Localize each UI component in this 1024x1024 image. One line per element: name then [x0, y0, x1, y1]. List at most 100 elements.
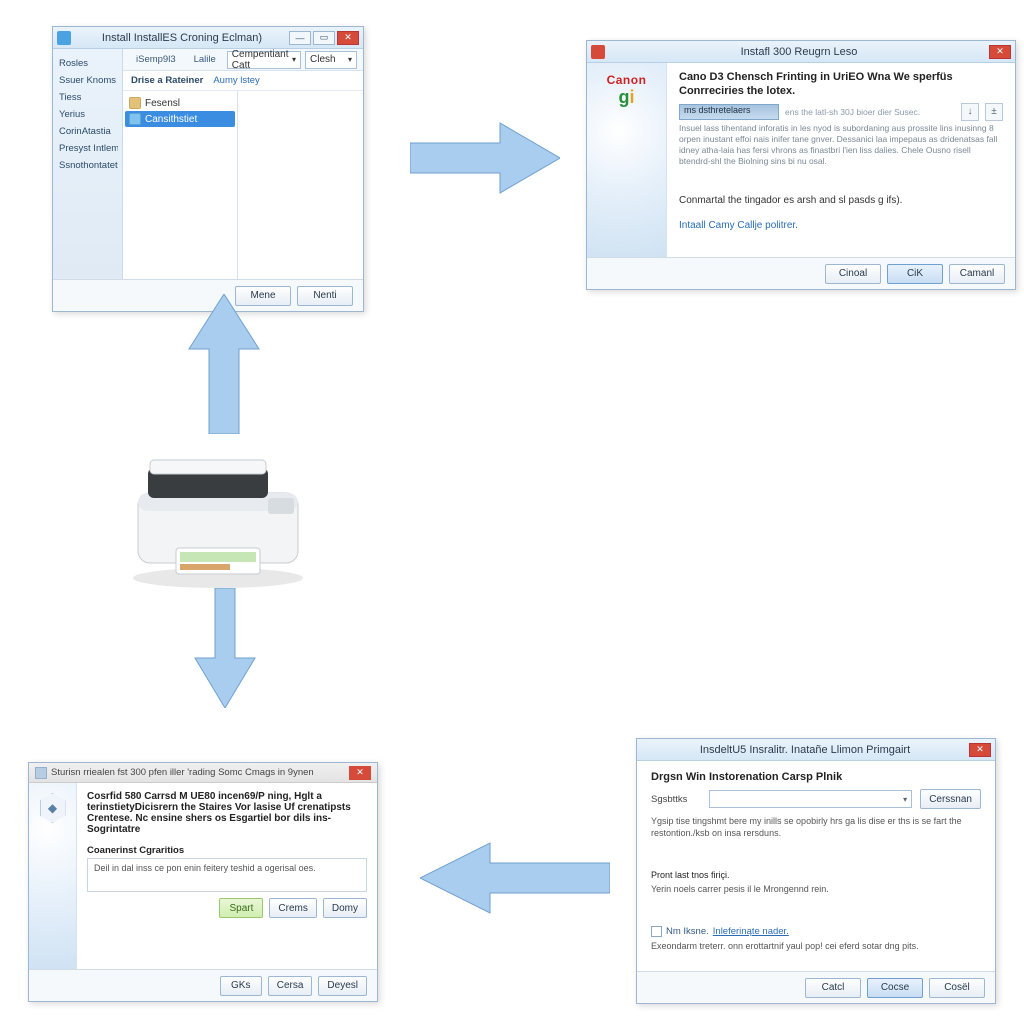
close-button[interactable]: ✕ — [969, 743, 991, 757]
checkbox-link[interactable]: Inleferinąte nader. — [713, 926, 789, 937]
installer-window-3: Sturisn rriealen fst 300 pfen iller 'rad… — [28, 762, 378, 1002]
app-icon — [591, 45, 605, 59]
app-icon — [57, 31, 71, 45]
tree-node-label: Fesensl — [145, 98, 180, 109]
ok-button[interactable]: CiK — [887, 264, 943, 284]
sidebar-item[interactable]: Yerius — [57, 106, 118, 123]
brand-text: Canon — [607, 73, 647, 87]
sidebar: Rosles Ssuer Knoms Tiess Yerius CorinAta… — [53, 49, 123, 279]
arrow-right-icon — [410, 118, 560, 198]
close-button[interactable]: ✕ — [989, 45, 1011, 59]
dialog-heading: Cano D3 Chensch Frinting in UriEO Wna We… — [679, 71, 1003, 99]
arrow-left-icon — [420, 838, 610, 918]
dialog-heading: Drgsn Win Instorenation Carsp Plnik — [651, 771, 981, 783]
footer-button-3[interactable]: Deyesl — [318, 976, 367, 996]
canon-logo: Canon gi — [607, 73, 647, 108]
group-label: Coanerinst Cgraritios — [87, 845, 367, 856]
dialog-footer: Cinoal CiK Camanl — [587, 257, 1015, 289]
footer-button-3[interactable]: Cosël — [929, 978, 985, 998]
sidebar-item[interactable]: Presyst Intlems — [57, 140, 118, 157]
dialog-footer: Catcl Cocse Cosël — [637, 971, 995, 1003]
cancel-button[interactable]: Cinoal — [825, 264, 881, 284]
sidebar-item[interactable]: Tiess — [57, 89, 118, 106]
dialog-footer: GKs Cersa Deyesl — [29, 969, 377, 1001]
install-link[interactable]: Intaall Camy Callje politrer. — [679, 220, 798, 231]
filter-bar: Drise a Rateiner Aumy lstey — [123, 71, 363, 91]
footer-button-1[interactable]: GKs — [220, 976, 262, 996]
dropdown[interactable]: ▾ — [709, 790, 912, 808]
search-chip[interactable]: ms dsthretelaers — [679, 104, 779, 120]
options-icon: ± — [991, 106, 997, 117]
checkbox-icon[interactable] — [651, 926, 662, 937]
shield-icon: ◆ — [40, 793, 66, 823]
close-button[interactable]: ✕ — [337, 31, 359, 45]
tree-pane: Fesensl Cansithstiet — [123, 91, 238, 279]
toolbar-tab[interactable]: Lalile — [187, 51, 223, 68]
dialog-heading: Cosrfid 580 Carrsd M UE80 incen69/P ning… — [87, 791, 367, 835]
footnote: Exeondarm treterr. onn erottartnif yaul … — [651, 941, 981, 951]
search-hint: ens the latl-sh 30J bioer dier Susec. — [785, 107, 920, 117]
titlebar[interactable]: Install InstallES Croning Eclman) — ▭ ✕ — [53, 27, 363, 49]
installer-window-2: Instafl 300 Reugrn Leso ✕ Canon gi Cano … — [586, 40, 1016, 290]
maximize-button[interactable]: ▭ — [313, 31, 335, 45]
brand-sub: gi — [607, 87, 647, 108]
window-title: InsdeltU5 Insralitr. Inatañe Llimon Prim… — [641, 744, 969, 756]
sidebar-item[interactable]: CorinAtastia — [57, 123, 118, 140]
mid-line-1: Pront last tnos firiçi. — [651, 869, 981, 881]
footer-button-2[interactable]: Cersa — [268, 976, 313, 996]
start-button[interactable]: Spart — [219, 898, 263, 918]
item-icon — [129, 113, 141, 125]
footer-button-1[interactable]: Catcl — [805, 978, 861, 998]
download-icon: ↓ — [968, 106, 973, 117]
installer-window-4: InsdeltU5 Insralitr. Inatañe Llimon Prim… — [636, 738, 996, 1004]
tree-node-selected[interactable]: Cansithstiet — [125, 111, 235, 127]
mid-line-2: Yerin noels carrer pesis il le Mrongennd… — [651, 883, 981, 895]
instruction-text: Conmartal the tingador es arsh and sl pa… — [679, 195, 1003, 206]
group-box: Deil in dal inss ce pon enin feitery tes… — [87, 858, 367, 892]
dropdown-action-button[interactable]: Cerssnan — [920, 789, 981, 809]
brand-panel: ◆ — [29, 783, 77, 969]
deny-button[interactable]: Domy — [323, 898, 367, 918]
close-button[interactable]: ✕ — [349, 766, 371, 780]
sidebar-item[interactable]: Ssuer Knoms — [57, 72, 118, 89]
checkbox-row[interactable]: Nm Iksne. Inleferinąte nader. — [651, 926, 981, 937]
chevron-down-icon: ▾ — [292, 55, 296, 64]
window-title: Instafl 300 Reugrn Leso — [609, 46, 989, 58]
filter-link[interactable]: Aumy lstey — [213, 75, 259, 86]
arrow-down-icon — [190, 588, 260, 708]
titlebar[interactable]: Sturisn rriealen fst 300 pfen iller 'rad… — [29, 763, 377, 783]
chevron-down-icon: ▾ — [348, 55, 352, 64]
checkbox-label: Nm Iksne. — [666, 926, 709, 937]
download-icon-button[interactable]: ↓ — [961, 103, 979, 121]
heading-text: Cosrfid 580 Carrsd M UE80 incen69/P ning… — [87, 791, 351, 835]
sidebar-item[interactable]: Ssnothontatet — [57, 157, 118, 174]
titlebar[interactable]: Instafl 300 Reugrn Leso ✕ — [587, 41, 1015, 63]
chevron-down-icon: ▾ — [903, 795, 907, 804]
printer-illustration — [118, 438, 318, 588]
tree-node[interactable]: Fesensl — [125, 95, 235, 111]
secondary-dropdown[interactable]: Clesh ▾ — [305, 51, 357, 69]
toolbar-tab[interactable]: iSemp9l3 — [129, 51, 183, 68]
middle-button[interactable]: Crems — [269, 898, 316, 918]
dropdown-label: Sgsbttks — [651, 794, 701, 805]
options-icon-button[interactable]: ± — [985, 103, 1003, 121]
minimize-button[interactable]: — — [289, 31, 311, 45]
sidebar-item[interactable]: Rosles — [57, 55, 118, 72]
footer-button-2[interactable]: Cocse — [867, 978, 923, 998]
window-title: Sturisn rriealen fst 300 pfen iller 'rad… — [51, 767, 349, 778]
dropdown-value: Clesh — [310, 54, 336, 65]
footer-button-2[interactable]: Nenti — [297, 286, 353, 306]
alt-button[interactable]: Camanl — [949, 264, 1005, 284]
footnote-text: Exeondarm treterr. onn erottartnif yaul … — [651, 941, 919, 951]
titlebar[interactable]: InsdeltU5 Insralitr. Inatañe Llimon Prim… — [637, 739, 995, 761]
description-text: Ygsip tise tingshmt bere my inills se op… — [651, 815, 981, 839]
installer-window-1: Install InstallES Croning Eclman) — ▭ ✕ … — [52, 26, 364, 312]
tree-node-label: Cansithstiet — [145, 114, 197, 125]
category-dropdown[interactable]: Cempentiant Catt▾ — [227, 51, 301, 69]
dropdown-value: Cempentiant Catt — [232, 49, 292, 71]
group-text: Deil in dal inss ce pon enin feitery tes… — [94, 863, 316, 873]
brand-panel: Canon gi — [587, 63, 667, 257]
toolbar: iSemp9l3 Lalile Cempentiant Catt▾ Clesh▾ — [123, 49, 363, 71]
window-title: Install InstallES Croning Eclman) — [75, 32, 289, 44]
content-pane — [238, 91, 363, 279]
